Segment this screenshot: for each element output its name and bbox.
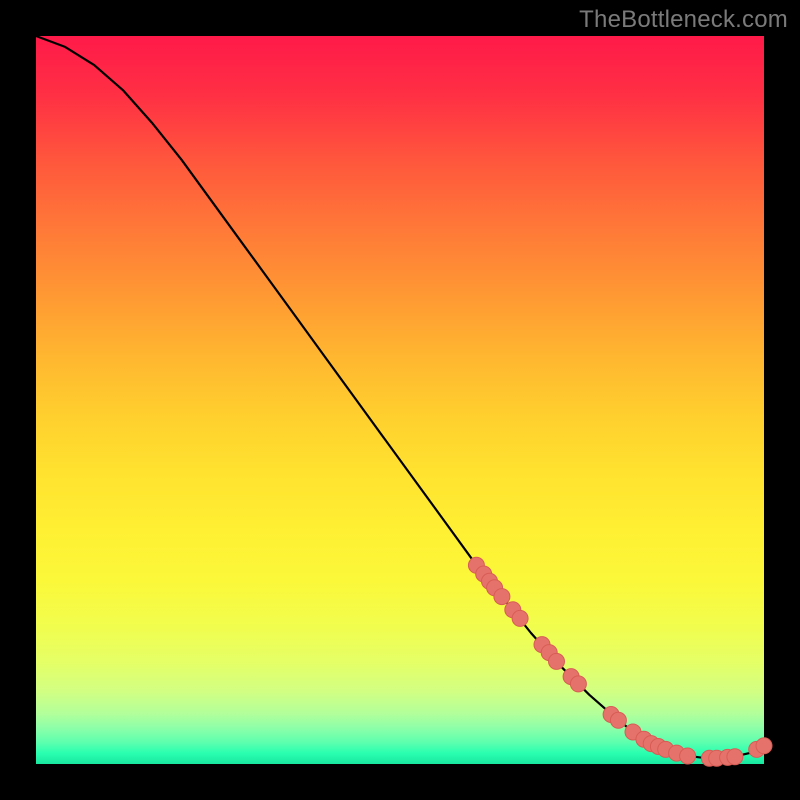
data-marker xyxy=(610,712,626,728)
data-marker xyxy=(680,748,696,764)
marker-group xyxy=(468,557,772,766)
chart-svg xyxy=(36,36,764,764)
data-marker xyxy=(549,653,565,669)
data-marker xyxy=(512,610,528,626)
plot-area xyxy=(36,36,764,764)
chart-frame: TheBottleneck.com xyxy=(0,0,800,800)
bottleneck-curve xyxy=(36,36,764,758)
data-marker xyxy=(727,749,743,765)
data-marker xyxy=(494,589,510,605)
watermark-text: TheBottleneck.com xyxy=(579,6,788,34)
data-marker xyxy=(570,676,586,692)
data-marker xyxy=(756,738,772,754)
